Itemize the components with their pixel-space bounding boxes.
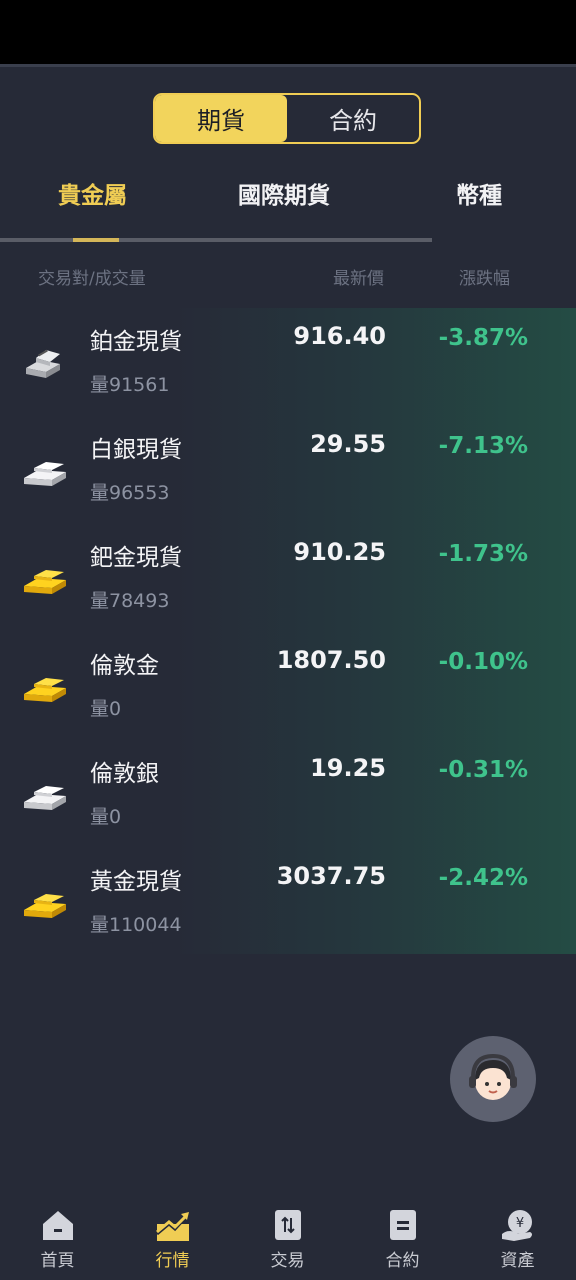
silver-bars-icon [24,786,66,810]
gold-bars-icon [24,894,66,918]
last-price: 29.55 [310,430,386,458]
last-price: 19.25 [310,754,386,782]
instrument-name: 鈀金現貨 [90,545,182,571]
instrument-volume: 量91561 [90,374,170,396]
instrument-volume: 量0 [90,806,122,828]
change-percent: -0.10% [438,649,528,675]
nav-trade[interactable]: 交易 [230,1198,345,1280]
market-row[interactable]: 倫敦銀 量0 19.25 -0.31% [0,740,576,848]
contract-icon [390,1210,416,1240]
assets-icon: ¥ [502,1210,532,1241]
market-chart-icon [156,1212,189,1241]
change-percent: -3.87% [438,325,528,351]
nav-contract[interactable]: 合約 [345,1198,460,1280]
change-percent: -0.31% [438,757,528,783]
platinum-bars-icon [26,349,60,378]
nav-home[interactable]: 首頁 [0,1198,115,1280]
instrument-name: 鉑金現貨 [90,329,182,355]
gold-bars-icon [24,570,66,594]
column-header-pair-volume: 交易對/成交量 [38,269,146,289]
nav-contract-label: 合約 [385,1251,420,1271]
last-price: 1807.50 [276,646,386,674]
instrument-volume: 量110044 [90,914,182,936]
last-price: 916.40 [293,322,386,350]
bottom-navigation: 首頁 行情 交易 合約 ¥ 資產 [0,1198,576,1280]
nav-assets[interactable]: ¥ 資產 [460,1198,575,1280]
market-row[interactable]: 倫敦金 量0 1807.50 -0.10% [0,632,576,740]
instrument-name: 黃金現貨 [90,869,182,895]
status-bar [0,0,576,66]
nav-home-label: 首頁 [40,1251,75,1271]
nav-trade-label: 交易 [270,1251,305,1271]
instrument-volume: 量78493 [90,590,170,612]
last-price: 910.25 [293,538,386,566]
market-row[interactable]: 白銀現貨 量96553 29.55 -7.13% [0,416,576,524]
gold-bars-icon [24,678,66,702]
silver-bars-icon [24,462,66,486]
last-price: 3037.75 [276,862,386,890]
customer-service-button[interactable] [450,1036,536,1122]
column-header-change: 漲跌幅 [459,269,510,289]
instrument-name: 倫敦銀 [90,761,159,787]
futures-contract-segmented-control: 期貨 合約 [153,93,421,144]
change-percent: -1.73% [438,541,528,567]
instrument-volume: 量96553 [90,482,170,504]
home-icon [43,1211,73,1240]
change-percent: -2.42% [438,865,528,891]
segment-futures-button[interactable]: 期貨 [155,95,287,142]
svg-text:¥: ¥ [516,1216,524,1231]
nav-market-label: 行情 [155,1251,190,1271]
nav-assets-label: 資產 [500,1251,535,1271]
support-agent-icon [469,1053,517,1100]
tab-track [0,238,432,242]
tab-currencies[interactable]: 幣種 [456,176,502,216]
trade-icon [275,1210,301,1240]
segment-contract-button[interactable]: 合約 [287,95,419,142]
market-row[interactable]: 鈀金現貨 量78493 910.25 -1.73% [0,524,576,632]
tab-precious-metals[interactable]: 貴金屬 [58,176,127,216]
nav-market[interactable]: 行情 [115,1198,230,1280]
instrument-name: 倫敦金 [90,653,159,679]
change-percent: -7.13% [438,433,528,459]
instrument-volume: 量0 [90,698,122,720]
column-header-last-price: 最新價 [333,269,384,289]
market-row[interactable]: 黃金現貨 量110044 3037.75 -2.42% [0,848,576,956]
market-row[interactable]: 鉑金現貨 量91561 916.40 -3.87% [0,308,576,416]
status-divider [0,64,576,67]
tab-international-futures[interactable]: 國際期貨 [238,176,330,216]
instrument-name: 白銀現貨 [90,437,182,463]
active-tab-indicator [73,238,119,242]
